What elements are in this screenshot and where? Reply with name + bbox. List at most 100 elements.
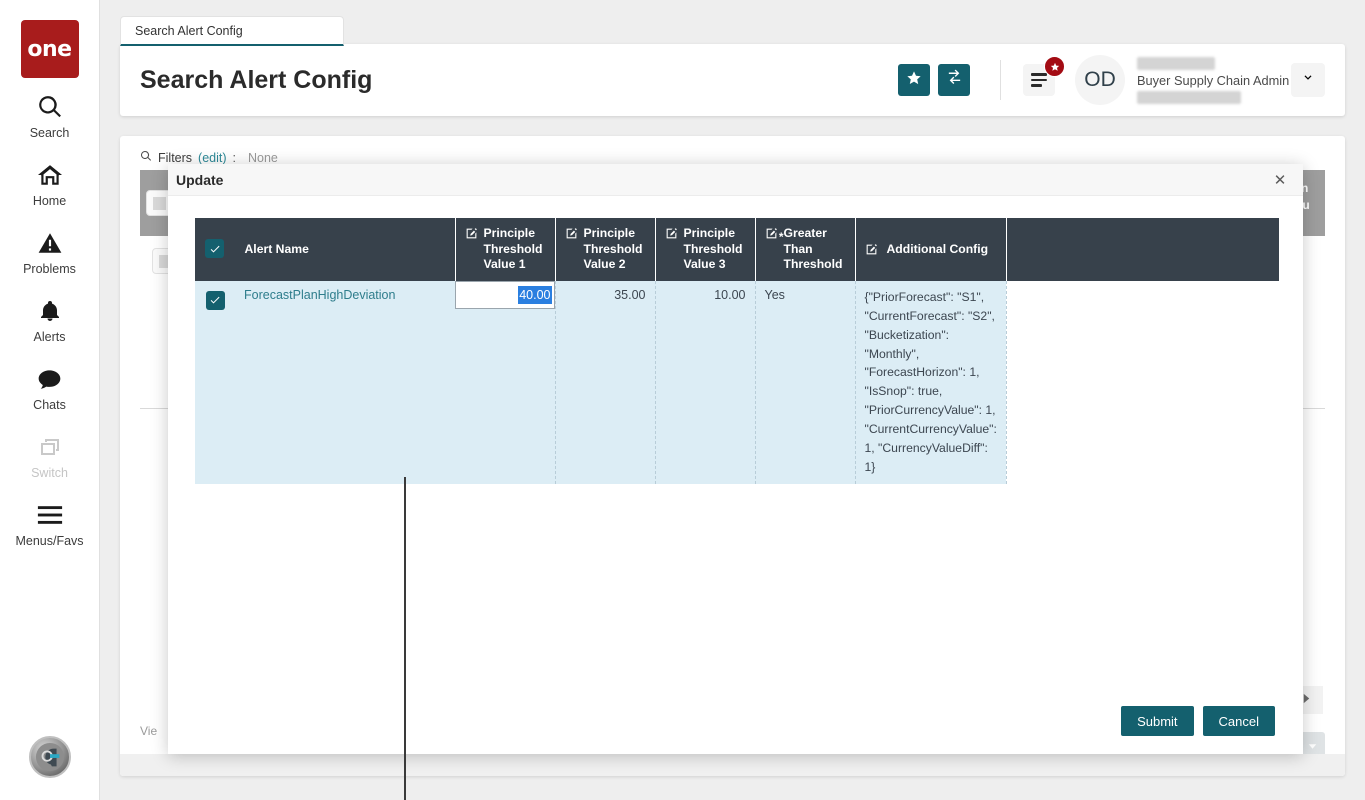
menu-favorites-button[interactable] <box>1023 64 1055 96</box>
app-root: one Search Home Problems Alerts <box>0 0 1365 800</box>
update-modal: Update ✕ <box>168 164 1303 754</box>
chat-bubble-icon <box>36 364 63 394</box>
sidebar-item-search[interactable]: Search <box>0 78 100 146</box>
edit-icon: * <box>765 227 778 240</box>
sidebar-item-problems[interactable]: Problems <box>0 214 100 282</box>
sidebar-item-switch[interactable]: Switch <box>0 418 100 486</box>
sidebar-item-label: Alerts <box>34 330 66 344</box>
profile-head-icon <box>35 742 65 772</box>
warning-triangle-icon <box>37 228 63 258</box>
user-menu-button[interactable] <box>1291 63 1325 97</box>
column-label: Greater Than Threshold <box>784 226 846 273</box>
user-org-redacted <box>1137 91 1241 104</box>
row-select-checkbox[interactable] <box>195 281 235 484</box>
cell-ptv3[interactable]: 10.00 <box>655 281 755 484</box>
chevron-down-icon <box>1301 71 1315 90</box>
cell-additional-config[interactable]: {"PriorForecast": "S1", "CurrentForecast… <box>855 281 1006 484</box>
grid-header-row: Alert Name Principle Threshold Value 1 <box>195 218 1279 281</box>
cell-spacer <box>1006 281 1279 484</box>
tab-strip: Search Alert Config <box>120 16 344 46</box>
logo-text: one <box>27 37 71 62</box>
favorite-button[interactable] <box>898 64 930 96</box>
column-label: Additional Config <box>887 242 989 258</box>
header-divider <box>1000 60 1001 100</box>
hamburger-icon <box>1031 70 1047 89</box>
grid-header-alert-name[interactable]: Alert Name <box>235 218 455 281</box>
sidebar-item-chats[interactable]: Chats <box>0 350 100 418</box>
edit-icon <box>565 227 578 240</box>
switch-windows-icon <box>37 432 63 462</box>
background-footer-strip <box>120 754 1345 776</box>
sidebar-item-home[interactable]: Home <box>0 146 100 214</box>
filters-edit-link[interactable]: (edit) <box>198 151 226 165</box>
check-icon <box>205 239 224 258</box>
sidebar-item-alerts[interactable]: Alerts <box>0 282 100 350</box>
search-icon <box>37 92 63 122</box>
sidebar-item-label: Search <box>30 126 70 140</box>
grid-header-spacer <box>1006 218 1279 281</box>
refresh-button[interactable] <box>938 64 970 96</box>
grid-header-additional-config[interactable]: Additional Config <box>855 218 1006 281</box>
avatar[interactable] <box>29 736 71 778</box>
left-sidebar: one Search Home Problems Alerts <box>0 0 100 800</box>
tab-search-alert-config[interactable]: Search Alert Config <box>120 16 344 46</box>
ptv1-selected-text: 40.00 <box>518 286 551 304</box>
hamburger-icon <box>36 500 64 530</box>
user-info: Buyer Supply Chain Admin <box>1137 57 1277 104</box>
update-grid: Alert Name Principle Threshold Value 1 <box>195 218 1279 484</box>
grid-header: Alert Name Principle Threshold Value 1 <box>195 218 1279 281</box>
grid-header-ptv1[interactable]: Principle Threshold Value 1 <box>455 218 555 281</box>
sidebar-item-label: Problems <box>23 262 76 276</box>
page-header: Search Alert Config OD Buyer Supply Chai… <box>120 44 1345 116</box>
grid-select-all-header[interactable] <box>195 218 235 281</box>
user-name-redacted <box>1137 57 1215 70</box>
column-label: Principle Threshold Value 1 <box>484 226 546 273</box>
star-icon <box>906 70 922 91</box>
sidebar-item-label: Home <box>33 194 66 208</box>
modal-header: Update ✕ <box>168 164 1303 196</box>
check-icon <box>206 291 225 310</box>
close-icon[interactable]: ✕ <box>1269 169 1291 191</box>
refresh-icon <box>946 69 963 91</box>
sidebar-item-label: Switch <box>31 466 68 480</box>
tab-label: Search Alert Config <box>135 24 243 38</box>
edit-icon <box>865 243 878 256</box>
cell-ptv2[interactable]: 35.00 <box>555 281 655 484</box>
star-badge-icon <box>1044 56 1065 77</box>
column-label: Principle Threshold Value 3 <box>684 226 746 273</box>
grid-header-ptv2[interactable]: Principle Threshold Value 2 <box>555 218 655 281</box>
filters-label: Filters <box>158 151 192 165</box>
edit-icon <box>465 227 478 240</box>
grid-header-ptv3[interactable]: Principle Threshold Value 3 <box>655 218 755 281</box>
user-role-label: Buyer Supply Chain Admin <box>1137 73 1277 88</box>
modal-body: Alert Name Principle Threshold Value 1 <box>168 196 1303 706</box>
table-row[interactable]: ForecastPlanHighDeviation 40.00 35.00 10… <box>195 281 1279 484</box>
home-icon <box>36 160 64 190</box>
modal-footer: Submit Cancel <box>168 706 1303 754</box>
edit-icon <box>665 227 678 240</box>
filters-value: None <box>248 151 278 165</box>
background-view-label: Vie <box>140 724 157 738</box>
search-icon <box>140 150 152 165</box>
one-network-logo[interactable]: one <box>21 20 79 78</box>
grid-vertical-guide <box>404 477 406 800</box>
grid-header-greater-than-threshold[interactable]: * Greater Than Threshold <box>755 218 855 281</box>
modal-title: Update <box>176 172 1269 188</box>
bell-icon <box>38 296 62 326</box>
cell-greater-than-threshold[interactable]: Yes <box>755 281 855 484</box>
avatar-initials: OD <box>1084 68 1116 92</box>
submit-button[interactable]: Submit <box>1121 706 1193 736</box>
grid-body: ForecastPlanHighDeviation 40.00 35.00 10… <box>195 281 1279 484</box>
cell-ptv1[interactable]: 40.00 <box>455 281 555 484</box>
page-title: Search Alert Config <box>140 66 890 95</box>
cancel-button[interactable]: Cancel <box>1203 706 1275 736</box>
column-label: Principle Threshold Value 2 <box>584 226 646 273</box>
user-avatar[interactable]: OD <box>1075 55 1125 105</box>
required-asterisk-icon: * <box>779 231 784 243</box>
sidebar-item-menus-favs[interactable]: Menus/Favs <box>0 486 100 554</box>
column-label: Alert Name <box>245 242 309 256</box>
sidebar-item-label: Menus/Favs <box>15 534 83 548</box>
caret-down-icon <box>1308 740 1317 754</box>
sidebar-item-label: Chats <box>33 398 66 412</box>
cell-alert-name: ForecastPlanHighDeviation <box>235 281 455 484</box>
